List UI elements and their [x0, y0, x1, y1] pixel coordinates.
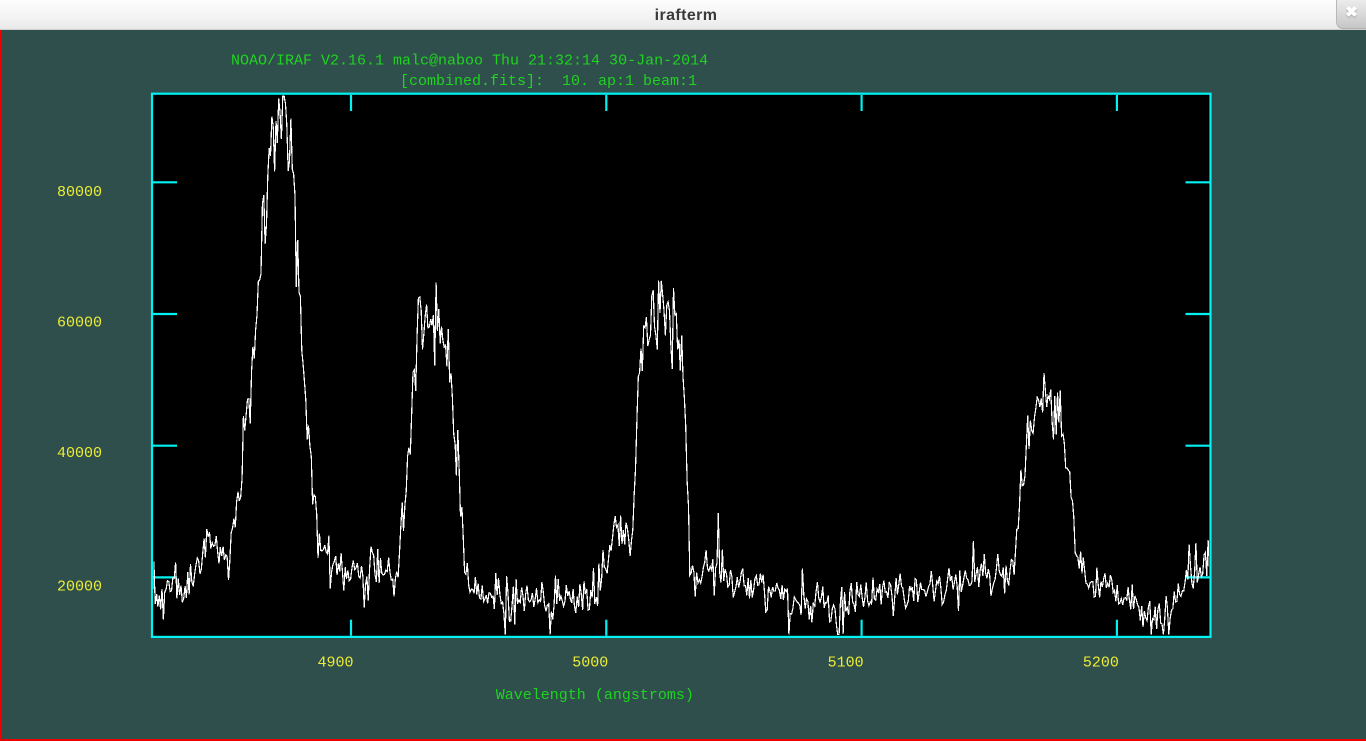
svg-text:5100: 5100	[828, 655, 864, 672]
svg-text:5000: 5000	[572, 655, 608, 672]
svg-text:40000: 40000	[57, 445, 102, 462]
svg-text:80000: 80000	[57, 184, 102, 201]
svg-text:60000: 60000	[57, 315, 102, 332]
svg-text:4900: 4900	[318, 655, 354, 672]
svg-text:5200: 5200	[1083, 655, 1119, 672]
svg-text:[combined.fits]: 10. ap:1 bea: [combined.fits]: 10. ap:1 beam:1	[400, 73, 697, 90]
svg-text:Wavelength (angstroms): Wavelength (angstroms)	[496, 687, 694, 704]
svg-text:NOAO/IRAF V2.16.1 malc@naboo T: NOAO/IRAF V2.16.1 malc@naboo Thu 21:32:1…	[231, 53, 708, 70]
svg-text:20000: 20000	[57, 579, 102, 596]
